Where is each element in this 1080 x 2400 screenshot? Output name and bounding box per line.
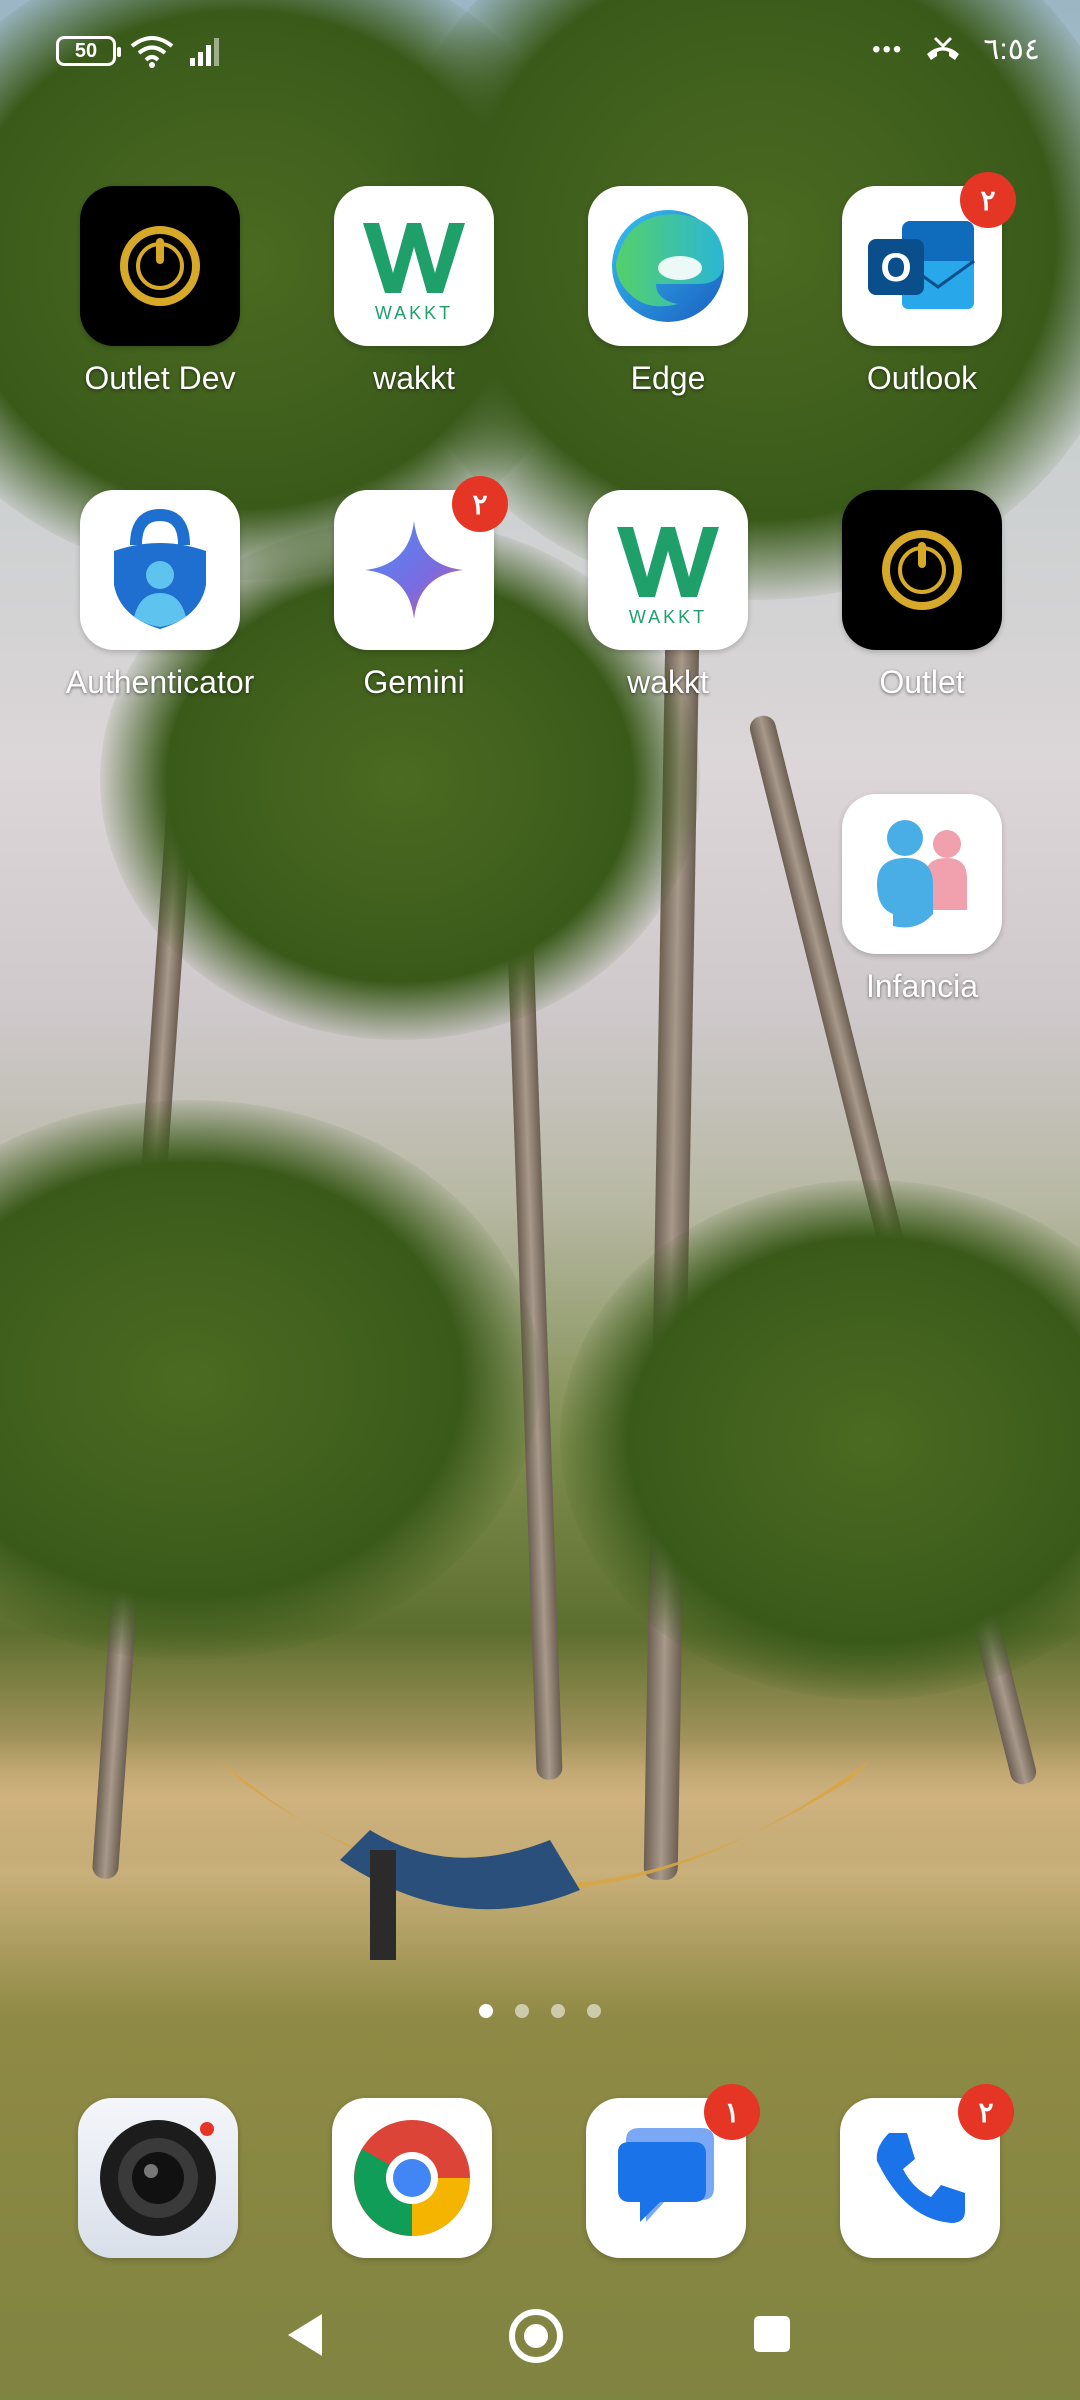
app-icon-tile: ٢ xyxy=(334,476,508,650)
app-icon-tile xyxy=(332,2098,492,2258)
authenticator-lock-icon xyxy=(114,508,206,629)
app-wakkt[interactable]: WAKKT wakkt xyxy=(314,186,514,397)
status-right: ••• ٦:٥٤ xyxy=(872,32,1040,67)
notification-badge: ١ xyxy=(704,2084,760,2140)
camera-icon xyxy=(100,2120,216,2236)
app-label: Authenticator xyxy=(65,664,255,700)
app-icon-tile: O ٢ xyxy=(842,172,1016,346)
app-outlook[interactable]: O ٢ Outlook xyxy=(822,172,1022,397)
infancia-people-icon xyxy=(877,820,967,928)
dock-chrome[interactable] xyxy=(312,2098,512,2258)
home-screen: 50 ••• ٦:٥٤ Outlet Dev WAKKT wakkt Edge … xyxy=(0,0,1080,2400)
edge-logo-icon xyxy=(612,210,724,322)
app-authenticator[interactable]: Authenticator xyxy=(60,490,260,701)
app-label: Outlook xyxy=(866,360,978,396)
phone-handset-icon xyxy=(876,2133,965,2223)
status-bar: 50 ••• ٦:٥٤ xyxy=(0,0,1080,100)
app-icon-tile xyxy=(78,2098,238,2258)
outlook-logo-icon: O xyxy=(868,221,975,309)
home-button[interactable] xyxy=(506,2306,566,2366)
app-label: wakkt xyxy=(627,664,709,700)
palm-frond xyxy=(0,1100,540,1660)
app-icon-tile: WAKKT xyxy=(334,186,494,346)
power-ring-icon xyxy=(120,226,200,306)
app-icon-tile xyxy=(842,490,1002,650)
app-wakkt-2[interactable]: WAKKT wakkt xyxy=(568,490,768,701)
page-dot[interactable] xyxy=(551,2004,565,2018)
status-left: 50 xyxy=(56,34,222,68)
notification-badge: ٢ xyxy=(452,476,508,532)
app-label: Edge xyxy=(630,360,706,396)
back-button[interactable] xyxy=(282,2310,326,2360)
navigation-bar xyxy=(0,2300,1080,2380)
wakkt-wordmark: WAKKT xyxy=(375,303,453,323)
page-dot[interactable] xyxy=(515,2004,529,2018)
app-label: wakkt xyxy=(373,360,455,396)
app-label: Outlet xyxy=(879,664,965,700)
gemini-sparkle-icon xyxy=(365,521,463,619)
battery-level: 50 xyxy=(74,39,98,62)
dock-camera[interactable] xyxy=(58,2098,258,2258)
app-outlet[interactable]: Outlet xyxy=(822,490,1022,701)
chrome-logo-icon xyxy=(354,2120,470,2236)
page-dot-active[interactable] xyxy=(479,2004,493,2018)
notification-badge: ٢ xyxy=(958,2084,1014,2140)
app-label: Outlet Dev xyxy=(84,360,236,396)
app-icon-tile xyxy=(842,794,1002,954)
wifi-icon xyxy=(130,36,174,68)
missed-call-icon xyxy=(927,36,960,60)
page-indicator[interactable] xyxy=(0,2004,1080,2018)
page-dot[interactable] xyxy=(587,2004,601,2018)
dock-messages[interactable]: ١ xyxy=(566,2084,766,2258)
palm-frond xyxy=(560,1180,1080,1700)
power-ring-icon xyxy=(882,530,962,610)
dock-phone[interactable]: ٢ xyxy=(820,2084,1020,2258)
more-notifications-icon: ••• xyxy=(872,35,904,63)
app-icon-tile: ١ xyxy=(586,2084,760,2258)
wakkt-logo-icon: WAKKT xyxy=(617,527,719,627)
wakkt-logo-icon: WAKKT xyxy=(363,223,465,323)
battery-icon: 50 xyxy=(56,36,121,66)
app-edge[interactable]: Edge xyxy=(568,186,768,397)
app-icon-tile xyxy=(80,490,240,650)
notification-badge: ٢ xyxy=(960,172,1016,228)
recents-button[interactable] xyxy=(752,2314,792,2354)
app-icon-tile: WAKKT xyxy=(588,490,748,650)
app-icon-tile xyxy=(588,186,748,346)
signal-icon xyxy=(190,38,219,66)
wakkt-wordmark: WAKKT xyxy=(629,607,707,627)
app-gemini[interactable]: ٢ Gemini xyxy=(314,476,514,701)
app-infancia[interactable]: Infancia xyxy=(822,794,1022,1005)
app-label: Infancia xyxy=(865,968,979,1004)
hammock-illustration xyxy=(220,1760,870,1960)
app-label: Gemini xyxy=(363,664,465,700)
clock: ٦:٥٤ xyxy=(983,33,1040,66)
outlook-letter: O xyxy=(880,246,911,290)
messages-bubble-icon xyxy=(618,2128,714,2222)
app-icon-tile xyxy=(80,186,240,346)
app-outlet-dev[interactable]: Outlet Dev xyxy=(60,186,260,397)
app-icon-tile: ٢ xyxy=(840,2084,1014,2258)
